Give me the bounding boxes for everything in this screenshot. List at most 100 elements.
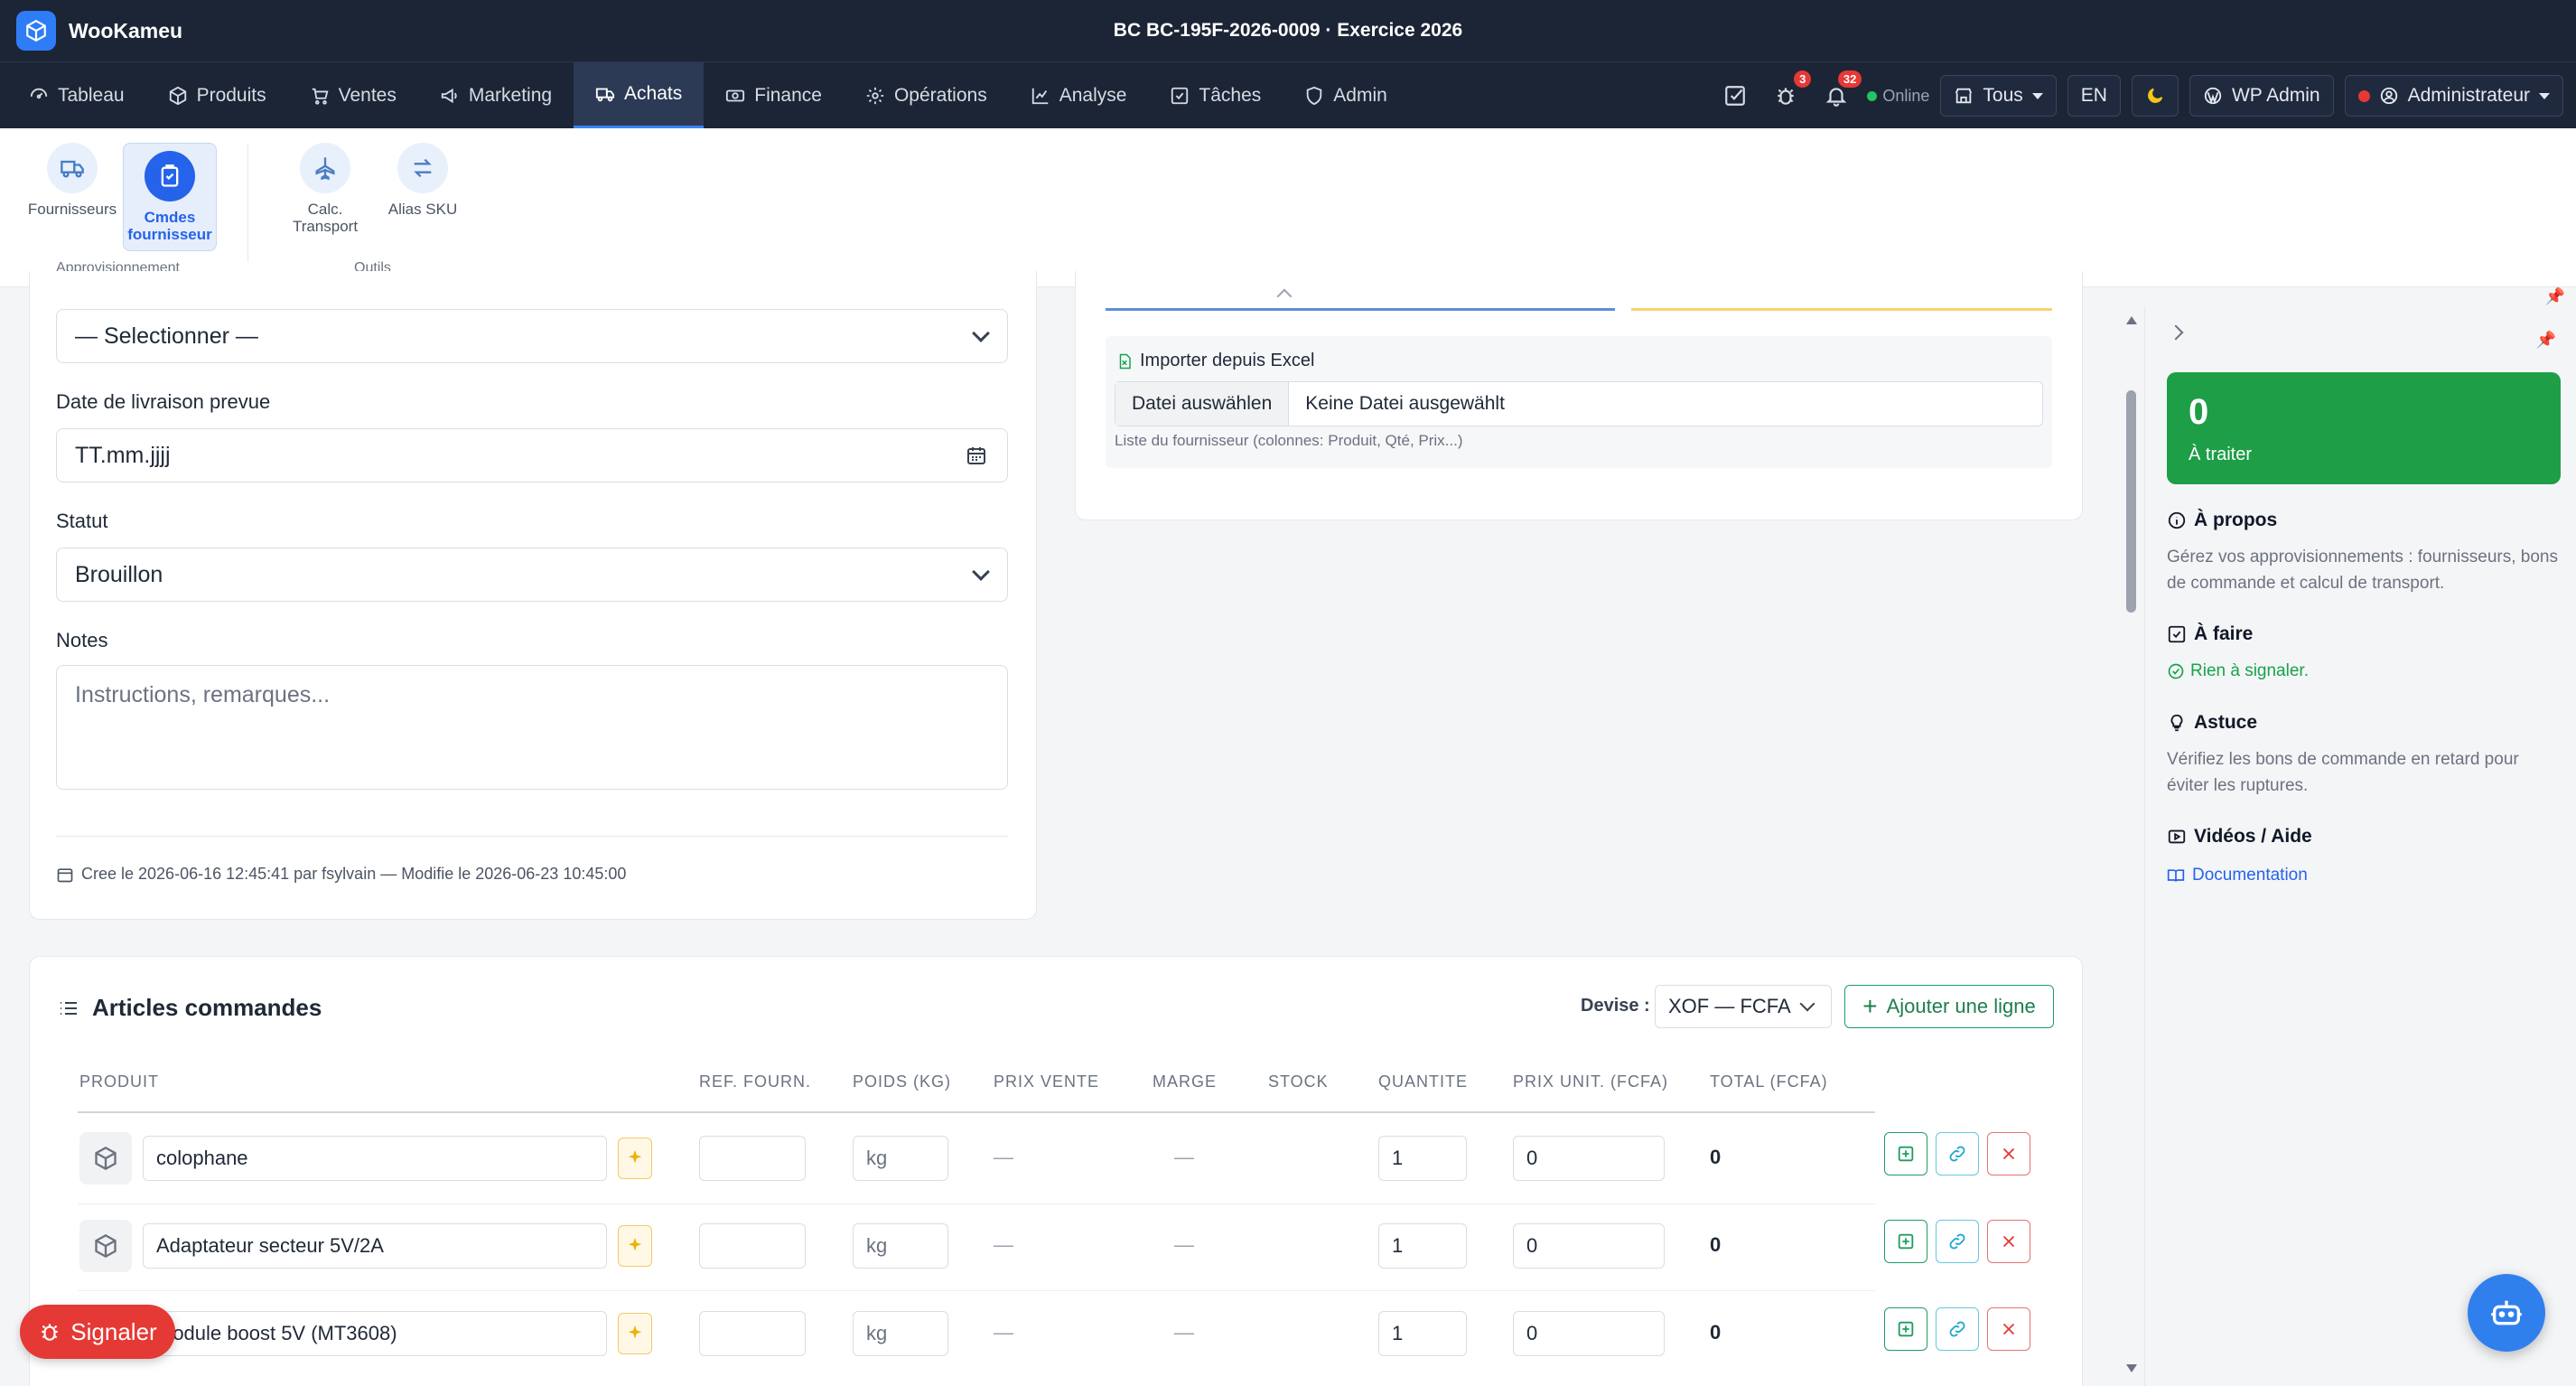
nav-taches[interactable]: Tâches xyxy=(1148,62,1283,128)
report-bug-button[interactable]: Signaler xyxy=(20,1305,175,1359)
quantity-input[interactable]: 1 xyxy=(1378,1311,1467,1356)
nav-label: Marketing xyxy=(468,84,553,106)
quantity-input[interactable]: 1 xyxy=(1378,1136,1467,1181)
scroll-up-icon[interactable] xyxy=(2126,316,2137,324)
add-row-button[interactable] xyxy=(1884,1132,1927,1175)
nav-produits[interactable]: Produits xyxy=(146,62,288,128)
moon-icon xyxy=(2148,88,2163,103)
pin-icon[interactable]: 📌 xyxy=(2545,287,2565,306)
nav-achats[interactable]: Achats xyxy=(574,62,705,128)
calendar-icon[interactable] xyxy=(966,445,987,466)
nav-ventes[interactable]: Ventes xyxy=(288,62,418,128)
file-choose-button[interactable]: Datei auswählen xyxy=(1115,382,1290,426)
weight-input[interactable]: kg xyxy=(853,1136,948,1181)
wp-admin-label: WP Admin xyxy=(2231,85,2320,106)
supplier-ref-input[interactable] xyxy=(699,1136,806,1181)
add-row-button[interactable] xyxy=(1884,1220,1927,1263)
column-header: STOCK xyxy=(1268,1072,1329,1091)
ribbon-cmdes-fournisseur[interactable]: Cmdes fournisseur xyxy=(123,143,217,251)
notifications-button[interactable]: 32 xyxy=(1816,70,1862,116)
user-name: Administrateur xyxy=(2407,85,2530,106)
sparkle-icon[interactable] xyxy=(618,1225,652,1267)
assistant-bot-button[interactable] xyxy=(2468,1274,2545,1352)
delete-row-button[interactable] xyxy=(1987,1132,2030,1175)
sparkle-icon[interactable] xyxy=(618,1313,652,1354)
gear-icon xyxy=(866,87,884,104)
main-scrollbar[interactable] xyxy=(2124,316,2137,1375)
delete-row-button[interactable] xyxy=(1987,1220,2030,1263)
nav-label: Ventes xyxy=(338,84,397,106)
scrollbar-thumb[interactable] xyxy=(2126,390,2136,613)
ribbon-alias-sku[interactable]: Alias SKU xyxy=(376,128,470,218)
sparkle-icon[interactable] xyxy=(618,1138,652,1179)
scroll-down-icon[interactable] xyxy=(2126,1364,2137,1372)
plus-icon: + xyxy=(1862,992,1878,1020)
checkbox-icon xyxy=(2168,625,2186,643)
tip-title: Astuce xyxy=(2167,712,2257,734)
delivery-date-label: Date de livraison prevue xyxy=(56,390,271,413)
add-row-button[interactable] xyxy=(1884,1307,1927,1351)
supplier-select[interactable]: — Selectionner — xyxy=(56,309,1008,363)
pin-icon[interactable]: 📌 xyxy=(2536,331,2556,350)
unit-price-input[interactable]: 0 xyxy=(1513,1136,1665,1181)
plus-square-icon xyxy=(1898,1233,1914,1250)
currency-select-value: XOF — FCFA xyxy=(1668,995,1791,1017)
audit-meta-text: Cree le 2026-06-16 12:45:41 par fsylvain… xyxy=(81,865,627,883)
add-line-button[interactable]: + Ajouter une ligne xyxy=(1844,985,2054,1028)
nav-analyse[interactable]: Analyse xyxy=(1009,62,1149,128)
status-select[interactable]: Brouillon xyxy=(56,548,1008,602)
link-button[interactable] xyxy=(1936,1132,1979,1175)
weight-input[interactable]: kg xyxy=(853,1223,948,1269)
close-icon xyxy=(2002,1235,2015,1248)
pending-count-card[interactable]: 0 À traiter xyxy=(2167,372,2561,484)
unit-price-input[interactable]: 0 xyxy=(1513,1311,1665,1356)
language-button[interactable]: EN xyxy=(2067,75,2121,117)
language-label: EN xyxy=(2080,85,2107,106)
excel-file-icon xyxy=(1119,353,1131,369)
plus-square-icon xyxy=(1898,1321,1914,1337)
link-button[interactable] xyxy=(1936,1307,1979,1351)
column-header: MARGE xyxy=(1153,1072,1218,1091)
plane-icon xyxy=(300,143,350,193)
nav-finance[interactable]: Finance xyxy=(704,62,844,128)
currency-select[interactable]: XOF — FCFA xyxy=(1655,985,1832,1028)
link-button[interactable] xyxy=(1936,1220,1979,1263)
bug-icon xyxy=(42,1324,58,1341)
notes-placeholder: Instructions, remarques... xyxy=(75,682,331,707)
delete-row-button[interactable] xyxy=(1987,1307,2030,1351)
lightbulb-icon xyxy=(2170,714,2183,732)
bug-report-button[interactable]: 3 xyxy=(1766,70,1812,116)
nav-admin[interactable]: Admin xyxy=(1283,62,1409,128)
product-input[interactable]: colophane xyxy=(143,1136,607,1181)
supplier-ref-input[interactable] xyxy=(699,1223,806,1269)
tasks-button[interactable] xyxy=(1715,76,1755,116)
store-select[interactable]: Tous xyxy=(1940,75,2057,117)
ribbon-divider xyxy=(247,145,248,262)
ribbon-label: Cmdes fournisseur xyxy=(127,209,212,243)
wp-admin-button[interactable]: WP Admin xyxy=(2189,75,2334,117)
unit-price-input[interactable]: 0 xyxy=(1513,1223,1665,1269)
user-menu[interactable]: Administrateur xyxy=(2344,75,2563,117)
column-header: TOTAL (FCFA) xyxy=(1710,1072,1828,1091)
nav-label: Finance xyxy=(754,84,822,106)
audit-meta: Cree le 2026-06-16 12:45:41 par fsylvain… xyxy=(56,865,626,884)
delivery-date-input[interactable]: TT.mm.jjjj xyxy=(56,428,1008,482)
nav-tableau[interactable]: Tableau xyxy=(0,62,146,128)
nav-marketing[interactable]: Marketing xyxy=(418,62,574,128)
nav-operations[interactable]: Opérations xyxy=(844,62,1009,128)
product-input[interactable]: Adaptateur secteur 5V/2A xyxy=(143,1223,607,1269)
ribbon-fournisseurs[interactable]: Fournisseurs xyxy=(25,128,119,218)
documentation-link[interactable]: Documentation xyxy=(2167,862,2564,888)
weight-input[interactable]: kg xyxy=(853,1311,948,1356)
bug-badge: 3 xyxy=(1794,70,1812,88)
notes-textarea[interactable]: Instructions, remarques... xyxy=(56,665,1008,790)
list-icon xyxy=(61,1001,77,1015)
product-input[interactable]: Module boost 5V (MT3608) xyxy=(143,1311,607,1356)
quantity-input[interactable]: 1 xyxy=(1378,1223,1467,1269)
file-input[interactable]: Datei auswählen Keine Datei ausgewählt xyxy=(1115,381,2043,426)
dark-mode-toggle[interactable] xyxy=(2131,75,2179,117)
chart-icon xyxy=(1031,88,1048,104)
supplier-ref-input[interactable] xyxy=(699,1311,806,1356)
chevron-right-icon[interactable] xyxy=(2168,324,2184,341)
ribbon-calc-transport[interactable]: Calc. Transport xyxy=(278,128,372,235)
